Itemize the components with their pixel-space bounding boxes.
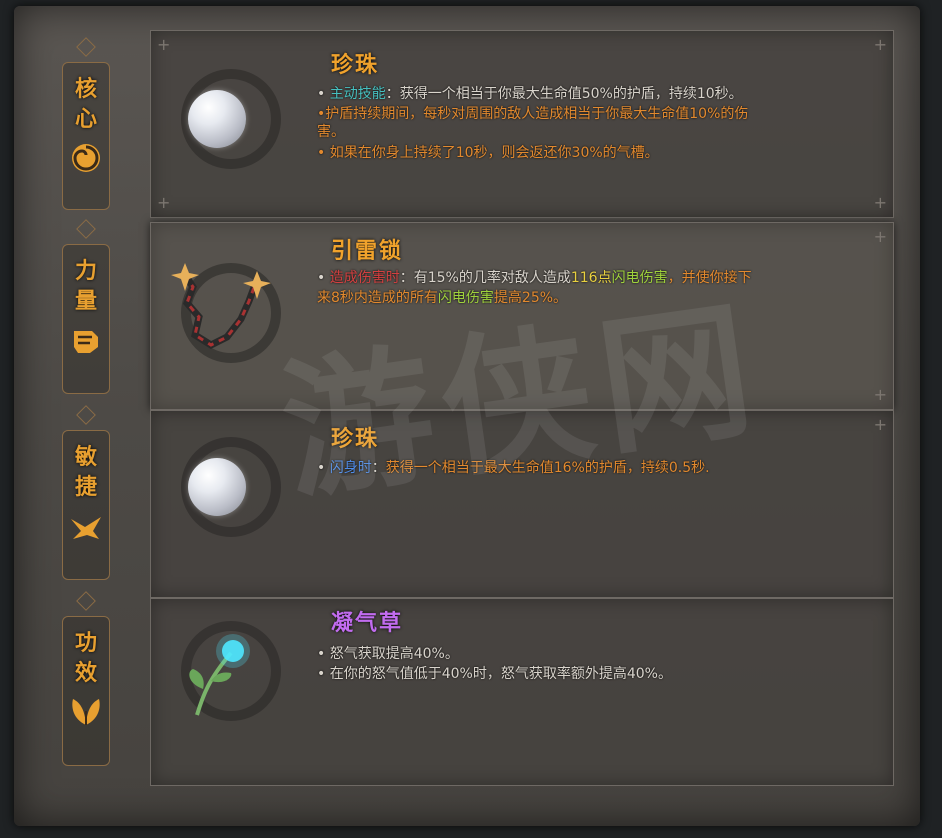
item-card-pearl[interactable]: + + + + 珍珠 • 主动技能：获得一个相当于你最大生命值50%的护盾，持续… bbox=[150, 30, 894, 218]
item-card-pearl-2[interactable]: + 珍珠 • 闪身时：获得一个相当于最大生命值16%的护盾，持续0.5秒. bbox=[150, 410, 894, 598]
corner-ornament: + bbox=[873, 385, 887, 404]
item-title: 引雷锁 bbox=[331, 239, 404, 264]
category-sidebar: 核 心 力 量 敏 捷 功 效 bbox=[26, 30, 138, 800]
tab-char: 效 bbox=[74, 661, 97, 686]
corner-ornament: + bbox=[873, 227, 887, 246]
corner-ornament: + bbox=[873, 415, 887, 434]
chain-shuriken-icon bbox=[171, 263, 271, 350]
item-card-lightning-chain[interactable]: + + 引雷锁 • 造成伤害时：有15%的几率对敌人造成116点闪电伤害，并使你… bbox=[150, 222, 894, 410]
spiral-icon bbox=[72, 144, 100, 172]
fist-icon bbox=[74, 331, 98, 353]
ornament bbox=[76, 219, 96, 239]
tab-strength[interactable]: 力 量 bbox=[62, 244, 110, 394]
corner-ornament: + bbox=[157, 35, 171, 54]
tab-core[interactable]: 核 心 bbox=[62, 62, 110, 210]
effect-line: • 在你的怒气值低于40%时，怒气获取率额外提高40%。 bbox=[317, 666, 672, 682]
effect-line: 害。 bbox=[317, 124, 345, 140]
tab-efficacy[interactable]: 功 效 bbox=[62, 616, 110, 766]
pearl-icon bbox=[188, 458, 246, 516]
leaf-icon bbox=[72, 699, 100, 725]
item-card-herb[interactable]: 凝气草 • 怒气获取提高40%。 • 在你的怒气值低于40%时，怒气获取率额外提… bbox=[150, 598, 894, 786]
effect-line: • 如果在你身上持续了10秒，则会返还你30%的气槽。 bbox=[317, 145, 659, 161]
tab-char: 量 bbox=[74, 289, 97, 314]
tab-char: 功 bbox=[74, 631, 97, 656]
corner-ornament: + bbox=[873, 193, 887, 212]
pearl-icon bbox=[188, 90, 246, 148]
swallow-icon bbox=[71, 517, 101, 539]
ornament bbox=[76, 37, 96, 57]
corner-ornament: + bbox=[157, 193, 171, 212]
effect-line: • 造成伤害时：有15%的几率对敌人造成116点闪电伤害，并使你接下 bbox=[317, 270, 752, 286]
glowing-herb-icon bbox=[189, 634, 250, 716]
ornament bbox=[76, 591, 96, 611]
tab-char: 敏 bbox=[74, 445, 97, 470]
item-title: 凝气草 bbox=[331, 611, 404, 636]
tab-char: 力 bbox=[74, 259, 97, 284]
effect-line: • 怒气获取提高40%。 bbox=[317, 646, 459, 662]
tab-char: 心 bbox=[74, 107, 97, 132]
tab-agility[interactable]: 敏 捷 bbox=[62, 430, 110, 580]
item-title: 珍珠 bbox=[331, 427, 380, 452]
corner-ornament: + bbox=[873, 35, 887, 54]
tab-char: 核 bbox=[74, 77, 97, 102]
effect-line: 来8秒内造成的所有闪电伤害提高25%。 bbox=[317, 290, 568, 306]
ornament bbox=[76, 405, 96, 425]
item-title: 珍珠 bbox=[331, 53, 380, 78]
effect-line: • 主动技能：获得一个相当于你最大生命值50%的护盾，持续10秒。 bbox=[317, 86, 743, 102]
tab-char: 捷 bbox=[74, 475, 97, 500]
effect-line: •护盾持续期间，每秒对周围的敌人造成相当于你最大生命值10%的伤 bbox=[317, 106, 749, 122]
effect-line: • 闪身时：获得一个相当于最大生命值16%的护盾，持续0.5秒. bbox=[317, 460, 710, 476]
